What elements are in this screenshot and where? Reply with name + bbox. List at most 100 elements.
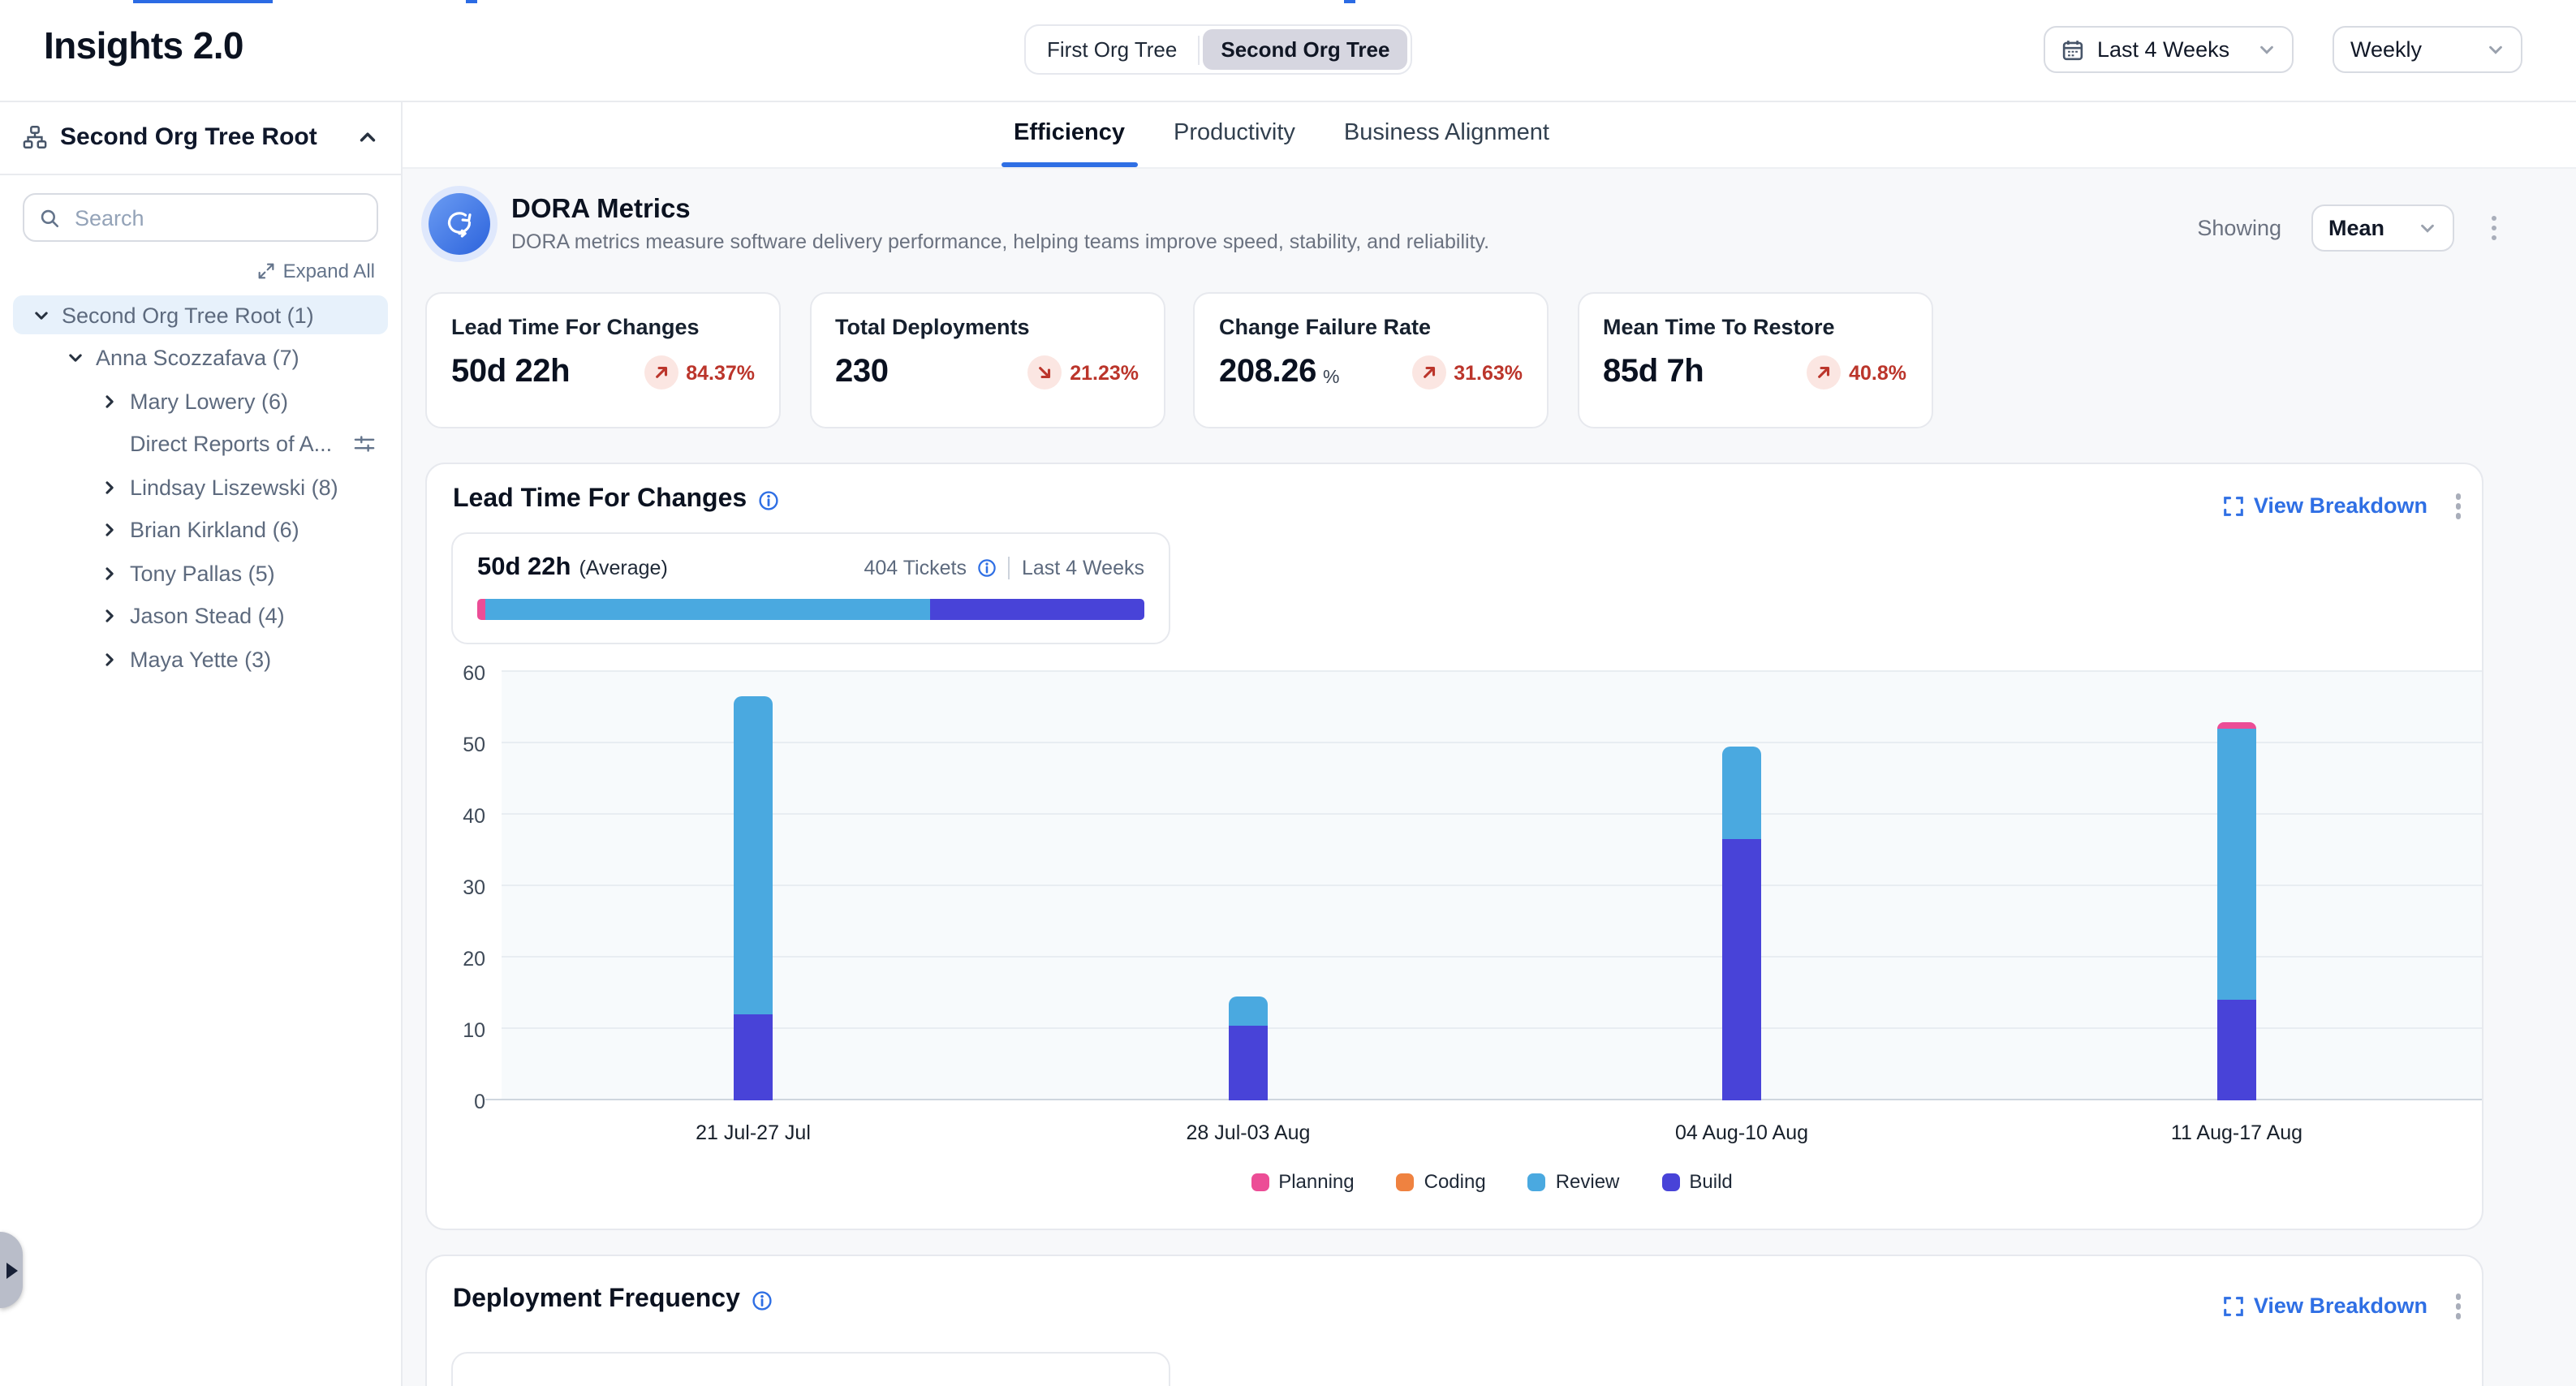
trend-up-icon [644,355,678,390]
chart-legend: Planning Coding Review Build [502,1170,2482,1193]
org-tree-option-0[interactable]: First Org Tree [1029,29,1195,70]
view-breakdown-link[interactable]: View Breakdown [2225,494,2427,519]
aggregation-dropdown[interactable]: Mean [2311,204,2453,252]
top-header: Insights 2.0 First Org TreeSecond Org Tr… [0,0,2576,102]
sidebar-search [23,193,378,242]
view-breakdown-link[interactable]: View Breakdown [2225,1294,2427,1319]
tree-item-5[interactable]: Brian Kirkland (6) [13,510,388,549]
tree-item-1[interactable]: Anna Scozzafava (7) [13,338,388,377]
dora-metric-cards: Lead Time For Changes50d 22h84.37%Total … [425,292,1932,428]
y-axis-label: 40 [427,805,485,828]
chevron-right-icon[interactable] [101,607,118,625]
summary-bar-review [486,599,930,620]
chevron-right-icon[interactable] [101,478,118,496]
chevron-down-icon [2487,41,2505,58]
expand-all-button[interactable]: Expand All [26,260,375,282]
org-tree-option-1[interactable]: Second Org Tree [1203,29,1407,70]
chevron-right-icon[interactable] [101,650,118,668]
info-icon[interactable] [758,489,779,510]
stacked-bar-0[interactable] [734,697,773,1100]
filter-sliders-icon[interactable] [354,433,375,454]
legend-item-review[interactable]: Review [1528,1170,1620,1193]
chevron-down-icon[interactable] [32,306,50,324]
gridline [502,956,2482,958]
gridline [502,813,2482,815]
chevron-down-icon [2258,41,2276,58]
insights-dashboard: Insights 2.0 First Org TreeSecond Org Tr… [0,0,2576,1386]
chevron-right-icon[interactable] [101,564,118,582]
tree-item-label: Tony Pallas (5) [130,561,275,585]
clipped-top-link-artifact [1344,0,1355,3]
tree-item-7[interactable]: Jason Stead (4) [13,596,388,635]
divider [1009,557,1010,579]
legend-label: Review [1556,1170,1620,1193]
bar-segment-build [2217,1001,2256,1100]
info-icon[interactable] [752,1289,773,1311]
search-input[interactable] [71,204,362,231]
metric-card-value: 208.26 [1219,354,1316,391]
kebab-menu-icon[interactable] [2447,487,2469,525]
gridline [502,1027,2482,1029]
kebab-menu-icon[interactable] [2483,209,2505,248]
x-axis-label: 11 Aug-17 Aug [2107,1121,2367,1144]
tab-productivity[interactable]: Productivity [1170,101,1299,167]
lead-time-title: Lead Time For Changes [453,485,747,514]
y-axis-label: 30 [427,876,485,899]
kebab-menu-icon[interactable] [2447,1287,2469,1325]
legend-swatch [1251,1173,1269,1190]
metric-card-title: Total Deployments [835,315,1139,339]
toggle-divider [1198,35,1200,64]
info-icon[interactable] [978,558,997,578]
tree-item-4[interactable]: Lindsay Liszewski (8) [13,467,388,506]
granularity-dropdown[interactable]: Weekly [2333,26,2522,73]
tree-item-3[interactable]: Direct Reports of A... [13,424,388,463]
legend-item-build[interactable]: Build [1661,1170,1732,1193]
legend-item-coding[interactable]: Coding [1397,1170,1486,1193]
trend-down-icon [1027,355,1062,390]
stacked-bar-2[interactable] [1722,747,1761,1100]
tree-item-6[interactable]: Tony Pallas (5) [13,553,388,592]
x-axis-label: 04 Aug-10 Aug [1612,1121,1872,1144]
tree-item-label: Direct Reports of A... [130,432,332,456]
trend-percent: 40.8% [1849,361,1906,384]
tab-efficiency[interactable]: Efficiency [1010,101,1128,167]
org-tree-toggle: First Org TreeSecond Org Tree [1024,24,1412,75]
dora-description: DORA metrics measure software delivery p… [511,230,1489,253]
chevron-down-icon[interactable] [67,349,84,367]
sidebar-collapse-handle[interactable] [0,1232,23,1308]
header-controls: Last 4 Weeks Weekly [2044,26,2522,73]
view-breakdown-label: View Breakdown [2254,494,2427,519]
stacked-bar-1[interactable] [1229,996,1268,1100]
chevron-up-icon[interactable] [357,127,378,148]
chevron-right-icon[interactable] [101,392,118,410]
chart-plot-area: 0102030405060 [502,672,2482,1100]
trend-up-icon [1411,355,1445,390]
org-tree: Second Org Tree Root (1) Anna Scozzafava … [0,295,401,678]
tree-item-label: Anna Scozzafava (7) [96,346,299,370]
tree-item-0[interactable]: Second Org Tree Root (1) [13,295,388,334]
y-axis-label: 60 [427,662,485,685]
gridline [502,885,2482,886]
lead-time-summary: 50d 22h (Average) 404 Tickets Last 4 Wee… [451,532,1170,644]
gridline [485,1099,2482,1100]
legend-item-planning[interactable]: Planning [1251,1170,1354,1193]
legend-label: Planning [1278,1170,1354,1193]
tree-item-2[interactable]: Mary Lowery (6) [13,381,388,420]
expand-all-icon [259,263,275,279]
expand-corners-icon [2225,497,2244,516]
bar-segment-review [2217,729,2256,1000]
date-range-dropdown[interactable]: Last 4 Weeks [2044,26,2294,73]
metric-card-value: 85d 7h [1603,354,1704,391]
stacked-bar-3[interactable] [2217,722,2256,1100]
lead-time-panel: Lead Time For Changes View Breakdown 50d… [425,463,2483,1230]
y-axis-label: 20 [427,948,485,971]
clipped-top-link-artifact [466,0,477,3]
showing-label: Showing [2197,216,2281,240]
tickets-count: 404 Tickets [864,557,967,579]
tree-item-8[interactable]: Maya Yette (3) [13,639,388,678]
bar-segment-planning [2217,722,2256,730]
aggregation-value: Mean [2328,216,2384,240]
y-axis-label: 0 [427,1091,485,1113]
tab-business-alignment[interactable]: Business Alignment [1341,101,1553,167]
chevron-right-icon[interactable] [101,521,118,539]
